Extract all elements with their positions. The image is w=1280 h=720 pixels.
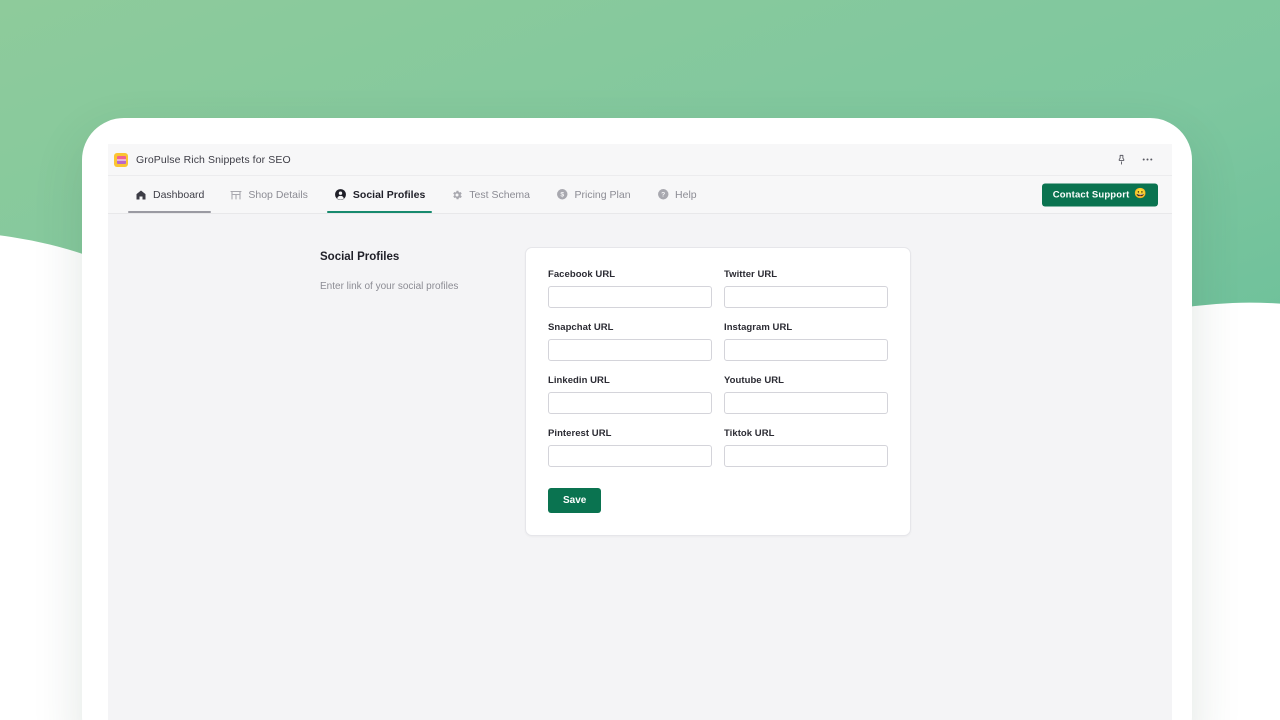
- nav-underline: [444, 211, 537, 214]
- page-subtitle: Enter link of your social profiles: [320, 281, 459, 292]
- pinterest-url-input[interactable]: [548, 445, 712, 467]
- background-scene: GroPulse Rich Snippets for SEO Dashboard…: [0, 0, 1280, 720]
- field-pinterest-url: Pinterest URL: [548, 428, 712, 467]
- social-profiles-card: Facebook URL Twitter URL Snapchat URL In…: [525, 247, 911, 536]
- social-fields-grid: Facebook URL Twitter URL Snapchat URL In…: [548, 269, 888, 467]
- save-button[interactable]: Save: [548, 488, 602, 513]
- settings-row: Social Profiles Enter link of your socia…: [108, 247, 1172, 536]
- nav-item-test-schema[interactable]: Test Schema: [438, 176, 543, 213]
- nav-item-label: Dashboard: [153, 188, 205, 201]
- field-twitter-url: Twitter URL: [724, 269, 888, 308]
- field-label: Linkedin URL: [548, 375, 610, 386]
- page-title: Social Profiles: [320, 251, 400, 263]
- nav-items: Dashboard Shop Details Social Profiles T…: [122, 176, 710, 213]
- gear-icon: [451, 189, 463, 201]
- field-facebook-url: Facebook URL: [548, 269, 712, 308]
- title-bar-left: GroPulse Rich Snippets for SEO: [114, 152, 291, 167]
- nav-item-label: Test Schema: [469, 188, 530, 201]
- field-label: Youtube URL: [724, 375, 785, 386]
- facebook-url-input[interactable]: [548, 286, 712, 308]
- nav-item-dashboard[interactable]: Dashboard: [122, 176, 217, 213]
- nav-underline: [326, 210, 433, 213]
- app-window-inner: GroPulse Rich Snippets for SEO Dashboard…: [108, 144, 1172, 720]
- nav-item-help[interactable]: ? Help: [644, 176, 710, 213]
- field-label: Pinterest URL: [548, 428, 612, 439]
- app-title: GroPulse Rich Snippets for SEO: [136, 153, 291, 166]
- field-linkedin-url: Linkedin URL: [548, 375, 712, 414]
- question-circle-icon: ?: [657, 188, 670, 201]
- field-tiktok-url: Tiktok URL: [724, 428, 888, 467]
- storefront-icon: [230, 189, 242, 201]
- pin-icon[interactable]: [1116, 154, 1127, 165]
- field-label: Facebook URL: [548, 269, 616, 280]
- smiley-face-icon: 😀: [1134, 188, 1147, 200]
- nav-item-social-profiles[interactable]: Social Profiles: [321, 176, 438, 213]
- youtube-url-input[interactable]: [724, 392, 888, 414]
- tiktok-url-input[interactable]: [724, 445, 888, 467]
- field-label: Snapchat URL: [548, 322, 614, 333]
- app-logo-icon: [114, 152, 128, 167]
- nav-item-label: Pricing Plan: [574, 188, 631, 201]
- field-label: Instagram URL: [724, 322, 793, 333]
- section-description: Social Profiles Enter link of your socia…: [320, 247, 525, 294]
- nav-underline: [128, 210, 212, 213]
- title-bar: GroPulse Rich Snippets for SEO: [108, 144, 1172, 176]
- svg-text:?: ?: [661, 192, 665, 199]
- nav-underline: [549, 211, 638, 214]
- snapchat-url-input[interactable]: [548, 339, 712, 361]
- nav-item-shop-details[interactable]: Shop Details: [217, 176, 321, 213]
- title-bar-right: [1116, 153, 1154, 166]
- nav-underline: [223, 211, 315, 214]
- dollar-circle-icon: $: [556, 188, 569, 201]
- app-window: GroPulse Rich Snippets for SEO Dashboard…: [82, 118, 1192, 720]
- nav-underline: [650, 211, 704, 214]
- nav-item-label: Help: [675, 188, 697, 201]
- user-circle-icon: [334, 188, 347, 201]
- nav-item-label: Social Profiles: [352, 188, 426, 201]
- field-youtube-url: Youtube URL: [724, 375, 888, 414]
- field-instagram-url: Instagram URL: [724, 322, 888, 361]
- main-content: Social Profiles Enter link of your socia…: [108, 215, 1172, 720]
- nav-item-label: Shop Details: [248, 188, 308, 201]
- instagram-url-input[interactable]: [724, 339, 888, 361]
- home-icon: [135, 189, 147, 201]
- twitter-url-input[interactable]: [724, 286, 888, 308]
- contact-support-label: Contact Support: [1052, 189, 1130, 200]
- more-options-icon[interactable]: [1141, 153, 1154, 166]
- field-label: Twitter URL: [724, 269, 778, 280]
- field-snapchat-url: Snapchat URL: [548, 322, 712, 361]
- contact-support-button[interactable]: Contact Support 😀: [1041, 183, 1158, 206]
- nav-item-pricing-plan[interactable]: $ Pricing Plan: [543, 176, 644, 213]
- field-label: Tiktok URL: [724, 428, 775, 439]
- svg-text:$: $: [560, 192, 564, 199]
- linkedin-url-input[interactable]: [548, 392, 712, 414]
- main-navigation: Dashboard Shop Details Social Profiles T…: [108, 176, 1172, 214]
